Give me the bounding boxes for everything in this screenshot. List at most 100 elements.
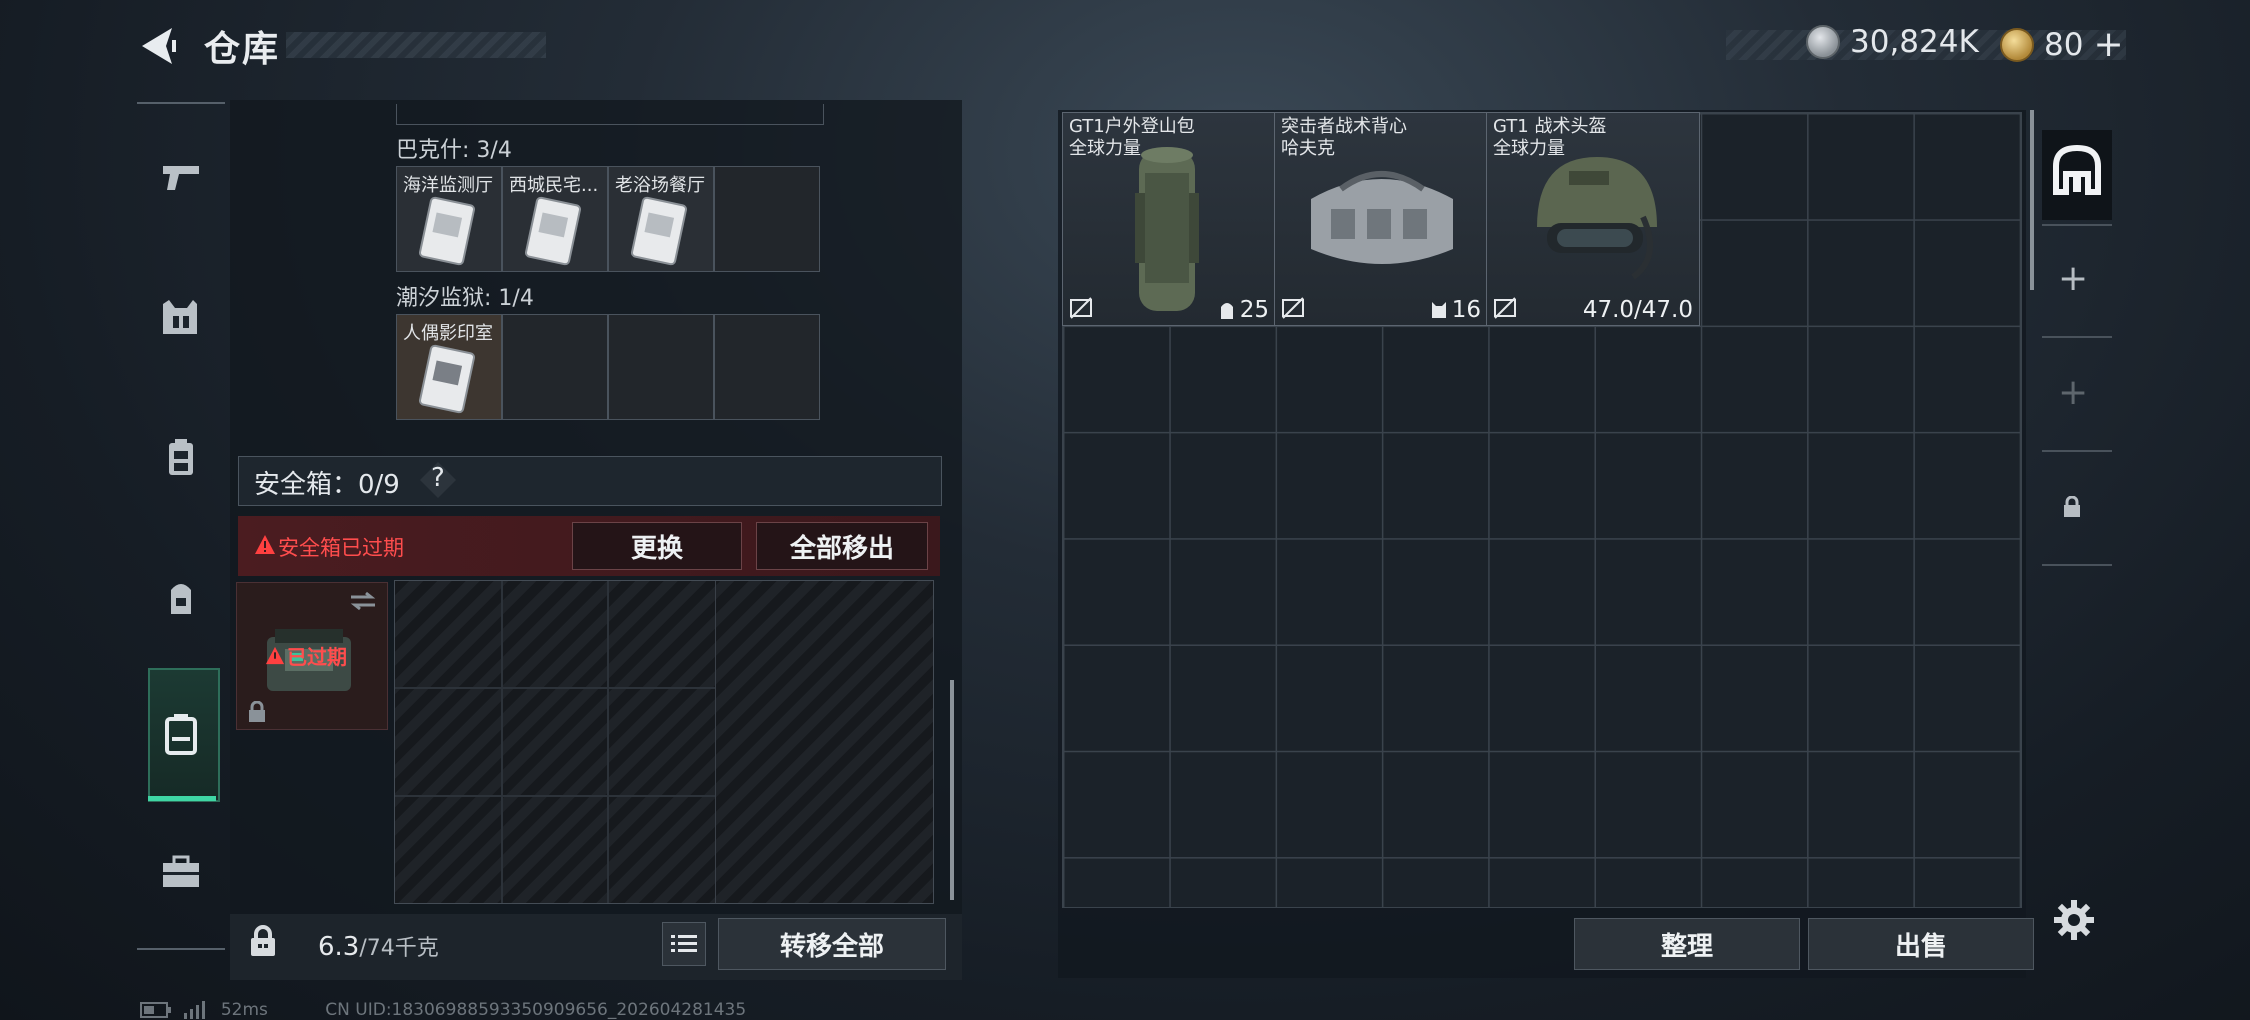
chest-rig-icon <box>169 439 193 475</box>
helmet-image <box>1537 157 1657 280</box>
signal-icon <box>184 1001 206 1019</box>
ping-value: 52ms <box>220 1000 268 1020</box>
grid-line <box>395 687 715 689</box>
toolbox-icon <box>163 855 199 887</box>
list-view-button[interactable] <box>662 922 706 966</box>
list-icon <box>671 935 697 952</box>
grid-line <box>395 795 715 797</box>
category-label-bakeshi: 巴克什: 3/4 <box>396 138 512 163</box>
silver-amount: 30,824K <box>1850 24 1979 60</box>
nav-chest-rig[interactable] <box>140 398 222 518</box>
add-stash-page-button[interactable]: + <box>2058 258 2088 299</box>
active-indicator <box>148 796 216 801</box>
empty-card-slot[interactable] <box>714 314 820 420</box>
warning-icon <box>265 646 285 664</box>
nav-armor[interactable] <box>140 258 222 378</box>
item-backpack[interactable]: GT1户外登山包 全球力量 25 <box>1062 112 1276 326</box>
capacity-value: 25 <box>1239 297 1269 323</box>
nav-safe-box[interactable] <box>140 674 222 794</box>
keycard-icon <box>524 196 582 266</box>
lock-icon[interactable] <box>2062 496 2082 518</box>
keycard-name: 海洋监测厅 <box>403 175 493 196</box>
armor-vest-icon <box>163 300 197 334</box>
nav-weapon[interactable] <box>140 118 222 238</box>
add-gold-button[interactable]: + <box>2093 24 2123 65</box>
keycard-slot[interactable]: 人偶影印室 <box>396 314 502 420</box>
silver-coin-icon <box>1806 25 1840 59</box>
empty-card-slot[interactable] <box>608 314 714 420</box>
expired-badge: 已过期 <box>265 641 347 670</box>
settings-gear-icon[interactable] <box>2052 898 2096 942</box>
expired-notice: 安全箱已过期 <box>278 536 404 560</box>
nav-backpack[interactable] <box>140 538 222 658</box>
item-tactical-vest[interactable]: 突击者战术背心 哈夫克 16 <box>1274 112 1488 326</box>
nav-top-border <box>137 102 225 104</box>
no-insure-icon <box>1070 297 1092 319</box>
weight-lock-icon <box>251 925 275 956</box>
no-insure-icon <box>1282 297 1304 319</box>
weight-current: 6.3 <box>318 932 360 962</box>
gold-currency[interactable]: 80 + <box>2000 24 2124 65</box>
left-scrollbar[interactable] <box>950 680 954 900</box>
pistol-icon <box>163 166 199 190</box>
keycard-icon <box>630 196 688 266</box>
safe-box-item[interactable]: 已过期 <box>236 582 388 730</box>
no-insure-icon <box>1494 297 1516 319</box>
item-capacity: 25 <box>1218 297 1269 323</box>
nav-toolbox[interactable] <box>140 812 222 932</box>
safe-box-capacity: 安全箱：0/9 <box>254 470 400 500</box>
empty-card-slot[interactable] <box>714 166 820 272</box>
add-stash-page-disabled[interactable]: + <box>2058 372 2088 413</box>
sidebar-divider <box>2042 450 2112 452</box>
category-label-chaoxi: 潮汐监狱: 1/4 <box>396 286 534 311</box>
swap-icon <box>350 591 376 611</box>
grid-line <box>607 581 609 903</box>
safe-box-grid-locked <box>394 580 934 904</box>
status-footer: 52ms CN UID:18306988593350909656_2026042… <box>140 1000 746 1020</box>
carry-weight: 6.3/74千克 <box>318 930 439 962</box>
sell-button[interactable]: 出售 <box>1808 918 2034 970</box>
empty-card-slot[interactable] <box>502 314 608 420</box>
item-helmet[interactable]: GT1 战术头盔 全球力量 47.0/47.0 <box>1486 112 1700 326</box>
silver-currency: 30,824K <box>1806 24 1979 60</box>
previous-grid-edge <box>396 104 824 125</box>
capacity-value: 16 <box>1451 297 1481 323</box>
backpack-capacity-icon <box>1220 303 1233 319</box>
keycard-slot[interactable]: 老浴场餐厅 <box>608 166 714 272</box>
item-durability: 47.0/47.0 <box>1583 297 1693 323</box>
backpack-icon <box>171 584 191 614</box>
user-uid: CN UID:18306988593350909656_202604281435 <box>325 1000 747 1020</box>
vest-capacity-icon <box>1431 302 1446 318</box>
keycard-slot[interactable]: 海洋监测厅 <box>396 166 502 272</box>
weight-max: /74千克 <box>359 936 439 961</box>
keycard-icon <box>418 344 476 414</box>
transfer-all-button[interactable]: 转移全部 <box>718 918 946 970</box>
warning-icon <box>254 534 276 556</box>
keycard-slot[interactable]: 西城民宅... <box>502 166 608 272</box>
right-scrollbar[interactable] <box>2030 110 2034 290</box>
title-decoration <box>286 32 546 58</box>
vest-image <box>1311 171 1453 264</box>
sidebar-divider <box>2042 224 2112 226</box>
keycard-name: 人偶影印室 <box>403 323 493 344</box>
help-mark: ? <box>431 463 445 493</box>
keycard-name: 西城民宅... <box>509 175 599 196</box>
remove-all-button[interactable]: 全部移出 <box>756 522 928 570</box>
backpack-image <box>1135 147 1199 311</box>
battery-icon <box>140 1002 171 1018</box>
item-capacity: 16 <box>1430 297 1481 323</box>
sort-button[interactable]: 整理 <box>1574 918 1800 970</box>
item-name: 突击者战术背心 哈夫克 <box>1281 116 1407 159</box>
grid-divider <box>395 581 716 903</box>
back-button[interactable] <box>136 22 180 70</box>
gold-amount: 80 <box>2044 26 2084 63</box>
stash-house-icon <box>2053 144 2101 195</box>
gold-coin-icon <box>2000 27 2034 62</box>
help-button[interactable]: ? <box>418 460 458 500</box>
keycard-icon <box>418 196 476 266</box>
replace-button[interactable]: 更换 <box>572 522 742 570</box>
expired-label: 已过期 <box>287 645 347 669</box>
sidebar-divider <box>2042 336 2112 338</box>
keycard-name: 老浴场餐厅 <box>615 175 705 196</box>
nav-bottom-border <box>137 948 225 950</box>
